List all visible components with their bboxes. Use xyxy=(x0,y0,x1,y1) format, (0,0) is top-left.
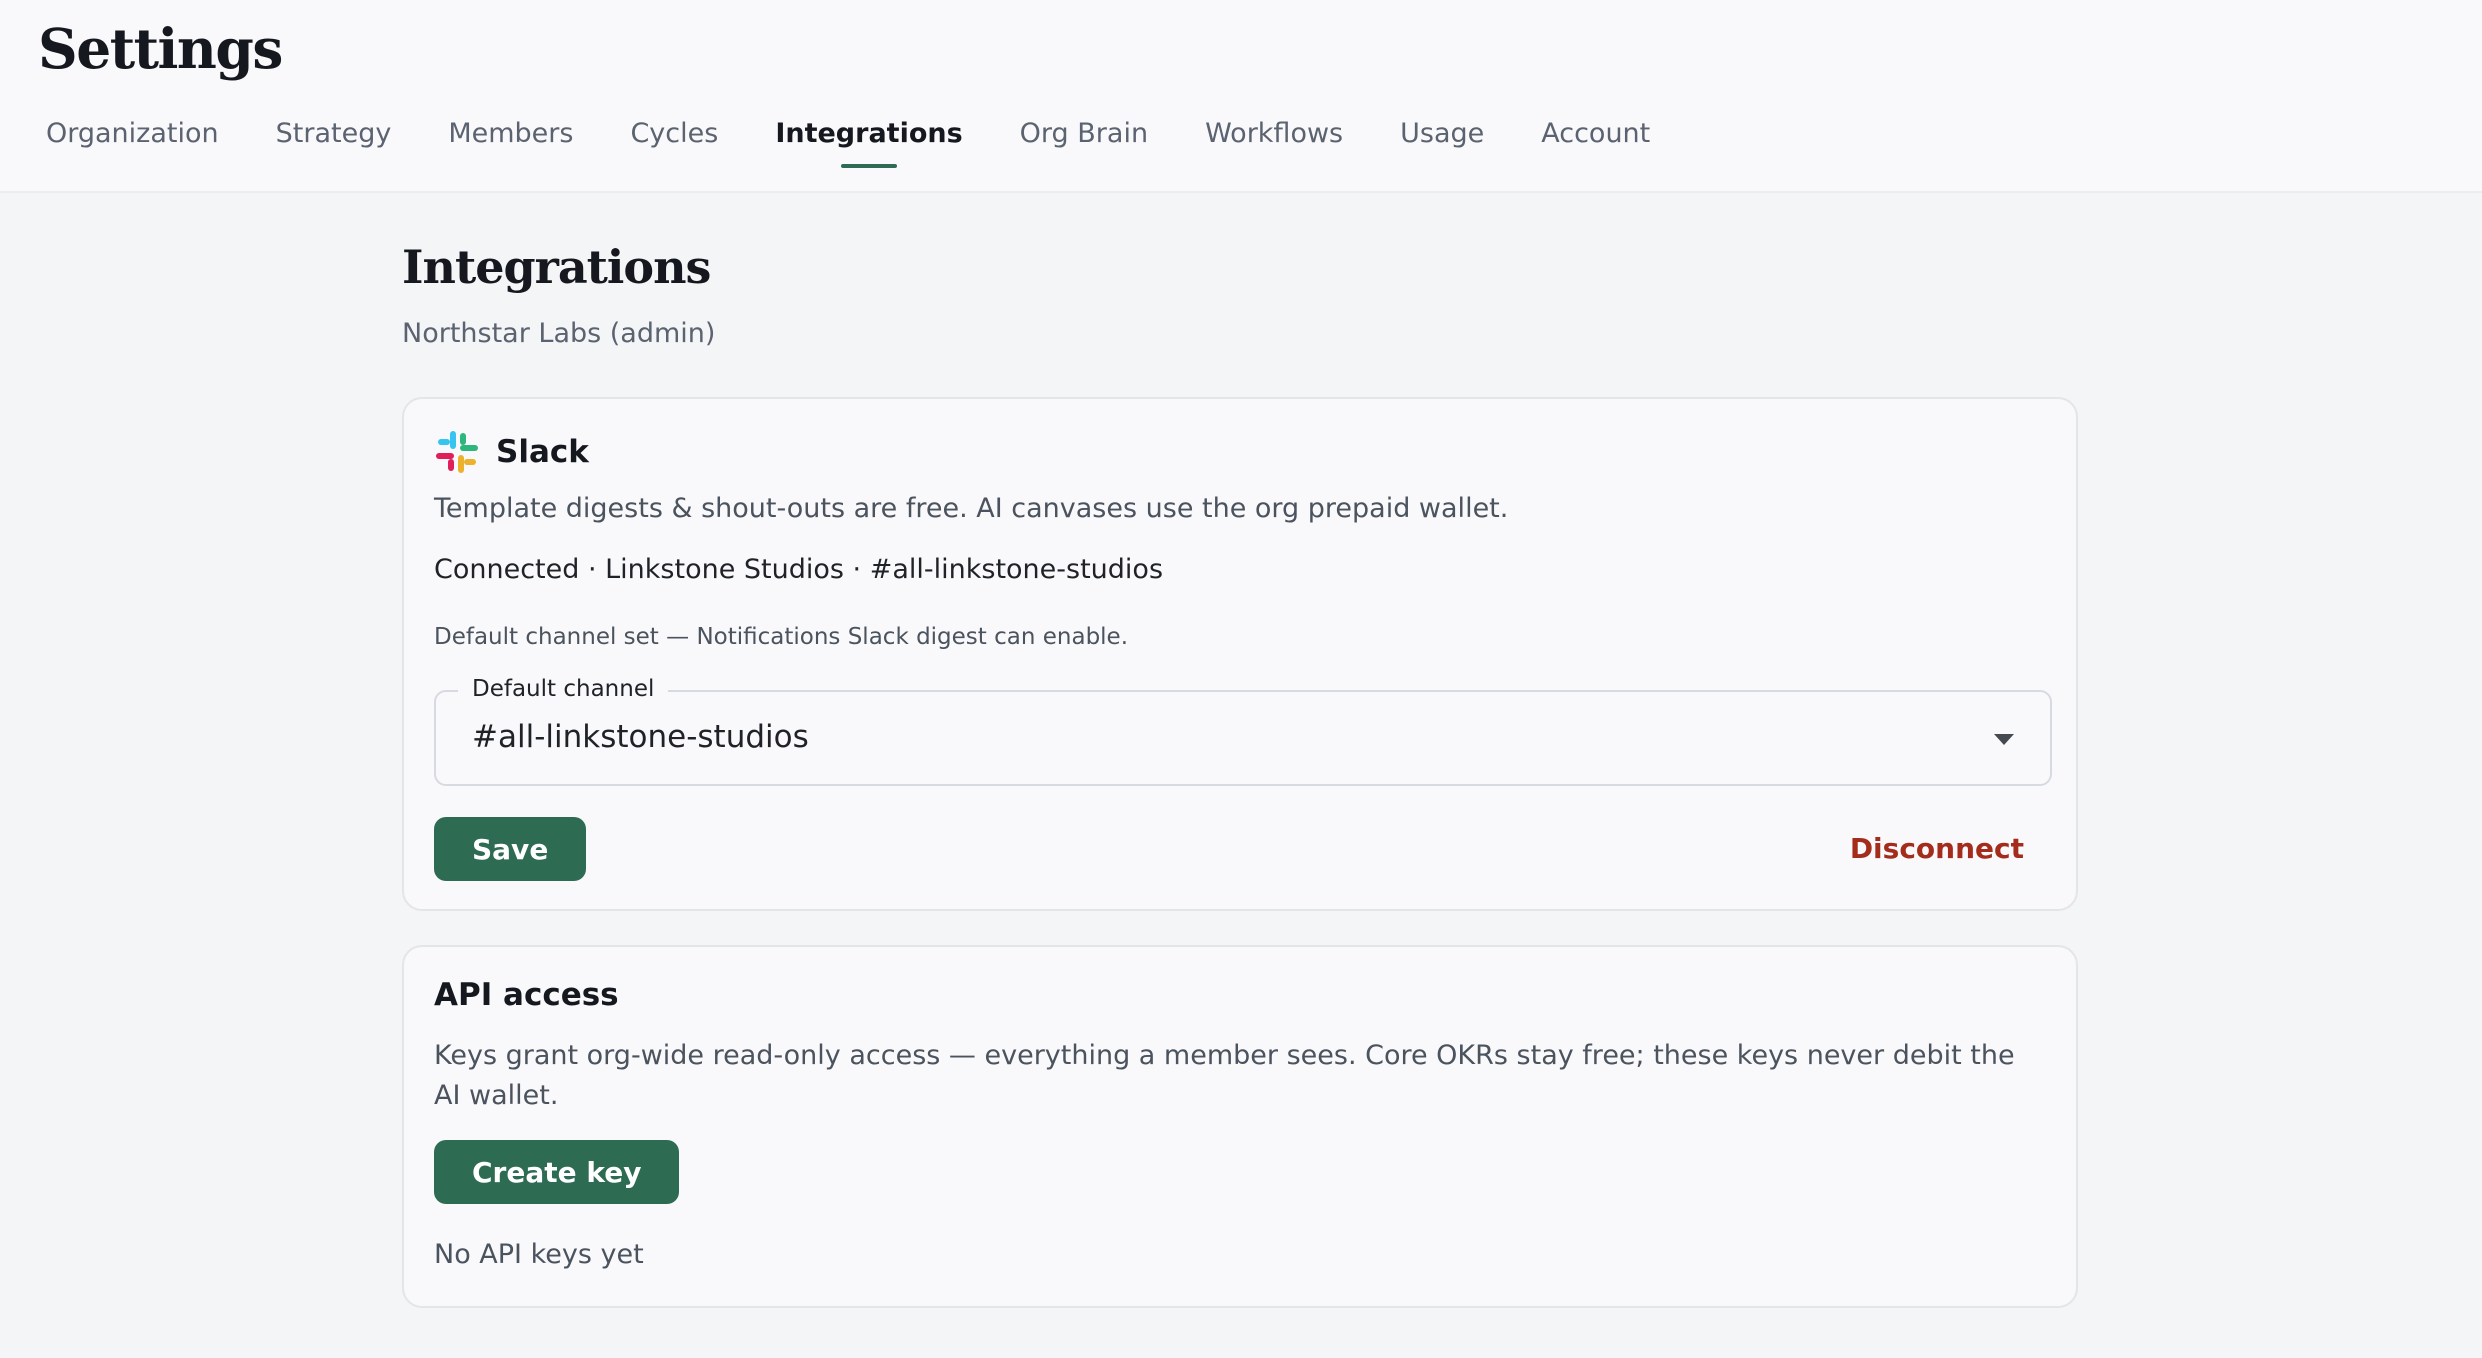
page-title: Integrations xyxy=(402,240,711,294)
api-card-title: API access xyxy=(434,977,619,1013)
caret-down-icon xyxy=(1994,734,2014,745)
disconnect-button[interactable]: Disconnect xyxy=(1850,832,2024,865)
save-button[interactable]: Save xyxy=(434,817,587,881)
api-description: Keys grant org-wide read-only access — e… xyxy=(434,1040,2015,1111)
tab-organization[interactable]: Organization xyxy=(46,118,219,168)
slack-channel-hint: Default channel set — Notifications Slac… xyxy=(434,624,1129,650)
tab-account[interactable]: Account xyxy=(1541,118,1650,168)
slack-card: Slack Template digests & shout-outs are … xyxy=(402,397,2078,911)
default-channel-select[interactable]: Default channel #all-linkstone-studios xyxy=(434,676,2052,786)
create-key-button[interactable]: Create key xyxy=(434,1140,680,1204)
api-card-header: API access xyxy=(434,977,619,1013)
api-keys-empty-state: No API keys yet xyxy=(434,1239,644,1270)
slack-logo-icon xyxy=(436,431,478,473)
default-channel-label: Default channel xyxy=(458,676,669,702)
tab-usage[interactable]: Usage xyxy=(1400,118,1484,168)
tab-cycles[interactable]: Cycles xyxy=(630,118,718,168)
tab-org-brain[interactable]: Org Brain xyxy=(1020,118,1148,168)
tab-members[interactable]: Members xyxy=(448,118,573,168)
tab-integrations[interactable]: Integrations xyxy=(775,118,962,168)
page-subtitle: Northstar Labs (admin) xyxy=(402,318,716,349)
slack-card-title: Slack xyxy=(496,434,589,470)
default-channel-value: #all-linkstone-studios xyxy=(472,719,809,755)
api-access-card: API access Keys grant org-wide read-only… xyxy=(402,945,2078,1308)
tab-workflows[interactable]: Workflows xyxy=(1205,118,1343,168)
tab-strategy[interactable]: Strategy xyxy=(276,118,392,168)
slack-connection-status: Connected · Linkstone Studios · #all-lin… xyxy=(434,554,1164,585)
settings-tabs: Organization Strategy Members Cycles Int… xyxy=(46,118,1650,168)
slack-card-header: Slack xyxy=(434,429,589,475)
settings-title: Settings xyxy=(38,16,283,81)
slack-description: Template digests & shout-outs are free. … xyxy=(434,493,1509,524)
settings-header: Settings Organization Strategy Members C… xyxy=(0,0,2482,193)
